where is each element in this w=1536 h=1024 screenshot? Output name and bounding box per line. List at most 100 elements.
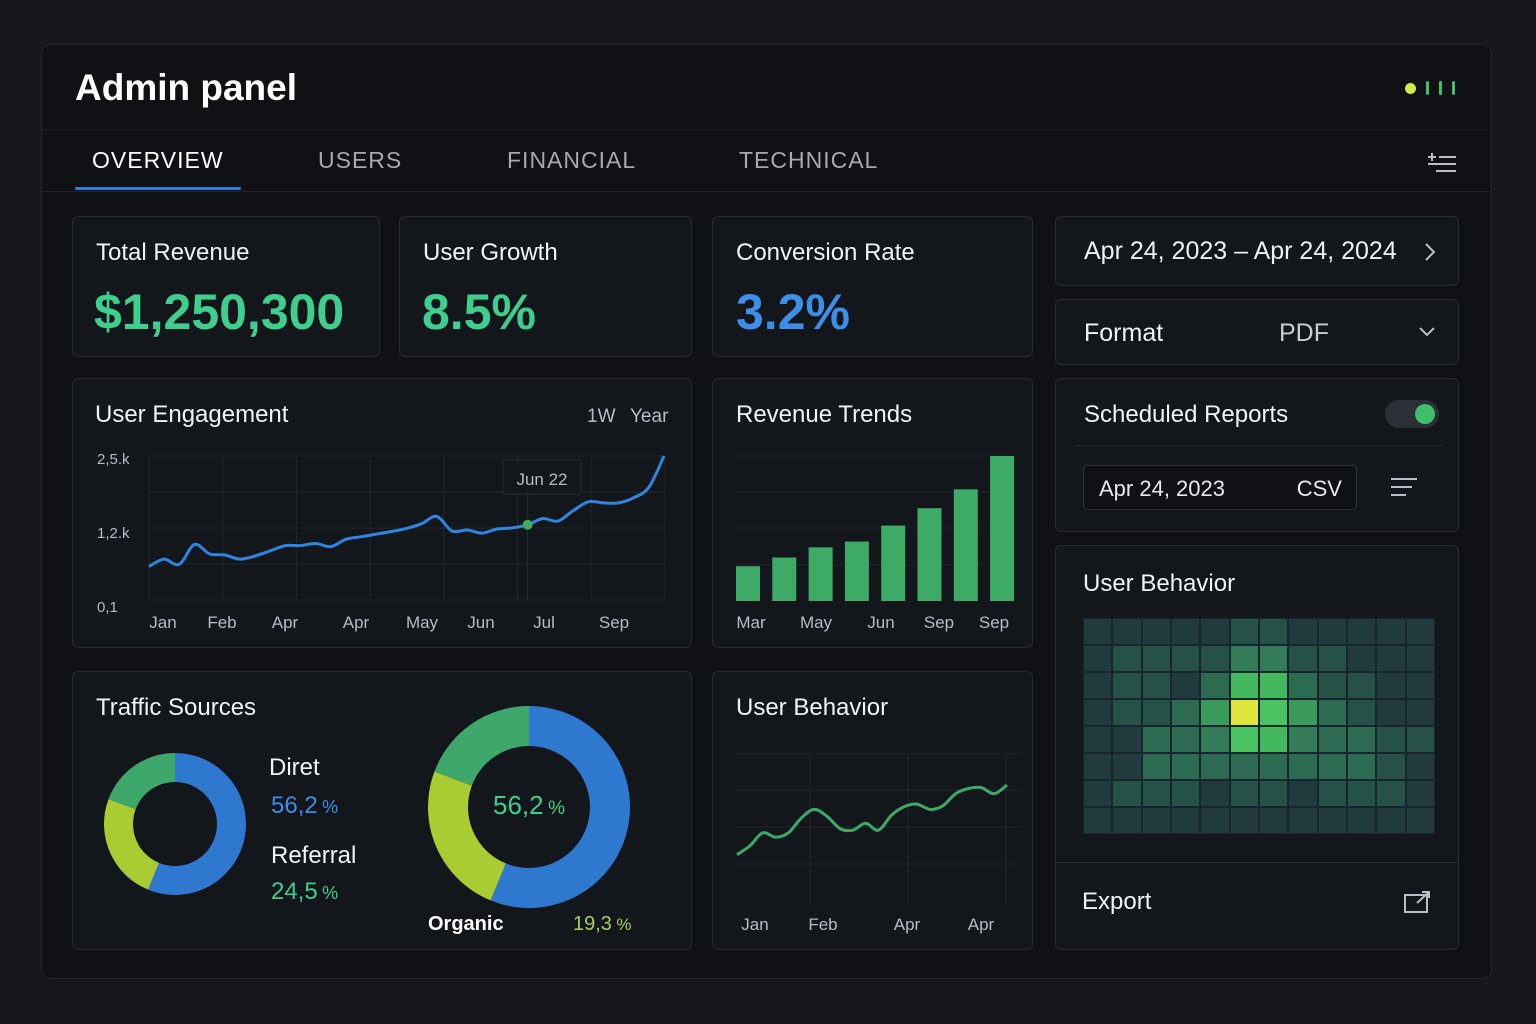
x-tick-label: Feb [207, 613, 236, 632]
heatmap-cell [1142, 673, 1170, 698]
traffic-donut-small [103, 753, 246, 895]
heatmap-cell [1289, 619, 1317, 644]
x-tick-label: Jul [533, 613, 555, 632]
donut-center-value-group: 56,2 % [489, 790, 569, 821]
heatmap-cell [1172, 700, 1200, 725]
export-icon[interactable] [1403, 890, 1431, 914]
heatmap-cell [1289, 700, 1317, 725]
heatmap-cell [1084, 781, 1112, 806]
heatmap-cell [1348, 727, 1376, 752]
header: Admin panel [42, 45, 1491, 130]
revenue-trends-card: Revenue Trends Mar May Jun Sep Sep [712, 378, 1033, 648]
kpi-value: 3.2% [736, 284, 850, 340]
engagement-line [148, 455, 666, 568]
x-tick-label: May [800, 613, 833, 632]
tab-financial[interactable]: FINANCIAL [507, 147, 636, 174]
kpi-label: Total Revenue [96, 239, 250, 266]
heatmap-cell [1230, 700, 1258, 725]
export-button[interactable]: Export [1082, 888, 1151, 916]
heatmap-cell [1406, 619, 1434, 644]
heatmap-cell [1113, 781, 1141, 806]
menu-lines-icon[interactable] [1390, 477, 1418, 497]
revenue-bar [736, 566, 760, 601]
heatmap-cell [1230, 646, 1258, 671]
kpi-card-conversion-rate: Conversion Rate 3.2% [712, 216, 1033, 357]
scheduled-reports-label: Scheduled Reports [1084, 401, 1289, 428]
heatmap-cell [1142, 754, 1170, 779]
heatmap-cell [1260, 673, 1288, 698]
heatmap-cell [1172, 646, 1200, 671]
heatmap-cell [1260, 727, 1288, 752]
traffic-sources-card: Traffic Sources Diret 56,2 % Referral 24… [72, 671, 692, 950]
x-tick-label: Sep [979, 613, 1009, 632]
direct-value: 56,2 [271, 792, 318, 819]
status-dot-icon [1405, 82, 1416, 94]
revenue-trends-chart: Mar May Jun Sep Sep [735, 455, 1015, 632]
user-engagement-card: User Engagement 1W Year 2,5.k 1,2.k 0,1 Jan… [72, 378, 692, 648]
scheduled-reports-card: Scheduled Reports Apr 24, 2023 CSV [1055, 378, 1459, 532]
referral-label: Referral [271, 842, 357, 869]
donut-slice-organic [108, 753, 175, 810]
heatmap-cell [1142, 781, 1170, 806]
x-tick-label: May [406, 613, 439, 632]
page-title: Admin panel [75, 67, 298, 108]
revenue-bar [844, 541, 869, 601]
add-filter-icon[interactable] [1427, 151, 1457, 173]
tab-users[interactable]: USERS [318, 147, 402, 174]
behavior-line [736, 783, 1008, 856]
heatmap-cell [1377, 673, 1405, 698]
format-select[interactable]: Format PDF [1055, 299, 1459, 365]
revenue-bar [990, 456, 1015, 601]
signal-bar-icon [1439, 81, 1442, 95]
percent-sign: % [322, 797, 339, 817]
heatmap-cell [1084, 619, 1112, 644]
heatmap-cell [1348, 673, 1376, 698]
heatmap-cell [1142, 619, 1170, 644]
referral-value-group: 24,5 % [271, 878, 338, 906]
heatmap-cell [1172, 781, 1200, 806]
organic-value: 19,3 [573, 913, 612, 935]
x-tick-label: Sep [599, 613, 629, 632]
user-behavior-line-chart: Jan Feb Apr Apr [735, 753, 1023, 934]
tab-bar: OVERVIEW USERS FINANCIAL TECHNICAL [42, 131, 1491, 192]
heatmap-cell [1377, 700, 1405, 725]
tab-technical[interactable]: TECHNICAL [739, 147, 878, 174]
heatmap-cell [1201, 808, 1229, 833]
heatmap-cell [1201, 673, 1229, 698]
x-tick-label: Mar [736, 613, 766, 632]
heatmap-cell [1230, 754, 1258, 779]
format-value: PDF [1279, 319, 1329, 347]
divider [1074, 445, 1442, 446]
scheduled-reports-toggle[interactable] [1385, 400, 1439, 428]
heatmap-cell [1289, 673, 1317, 698]
card-title: User Behavior [1083, 570, 1236, 597]
x-tick-label: Jun [867, 613, 894, 632]
heatmap-cell [1289, 727, 1317, 752]
chevron-down-icon [1419, 327, 1435, 337]
signal-bar-icon [1426, 81, 1429, 95]
status-indicator [1405, 81, 1455, 95]
heatmap-cell [1318, 781, 1346, 806]
revenue-bar [772, 557, 797, 601]
heatmap-cell [1084, 700, 1112, 725]
heatmap-cell [1318, 754, 1346, 779]
date-range-picker[interactable]: Apr 24, 2023 – Apr 24, 2024 [1055, 216, 1459, 286]
divider [1056, 862, 1458, 863]
x-tick-label: Jan [741, 915, 768, 934]
toggle-knob [1415, 404, 1435, 424]
heatmap-cell [1406, 700, 1434, 725]
kpi-value: 8.5% [422, 284, 536, 340]
x-tick-label: Sep [924, 613, 954, 632]
heatmap-cell [1260, 619, 1288, 644]
direct-value-group: 56,2 % [271, 792, 338, 820]
heatmap-cell [1348, 808, 1376, 833]
heatmap-cell [1318, 727, 1346, 752]
heatmap-cell [1230, 727, 1258, 752]
scheduled-date-field[interactable]: Apr 24, 2023 CSV [1083, 465, 1357, 510]
format-label: Format [1084, 319, 1164, 347]
kpi-value: $1,250,300 [94, 284, 345, 340]
tab-overview[interactable]: OVERVIEW [92, 147, 224, 174]
heatmap-cell [1289, 754, 1317, 779]
y-tick-label: 0,1 [97, 599, 118, 616]
heatmap-cell [1289, 808, 1317, 833]
